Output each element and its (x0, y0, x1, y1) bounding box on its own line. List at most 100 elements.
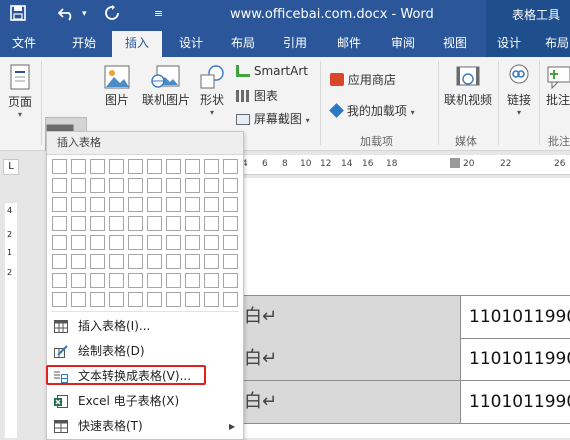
grid-cell[interactable] (90, 292, 105, 307)
grid-cell[interactable] (128, 178, 143, 193)
grid-cell[interactable] (166, 254, 181, 269)
table-cell[interactable]: 白↵ (218, 296, 461, 338)
menu-item-draw-table[interactable]: 绘制表格(D) (47, 339, 243, 364)
grid-cell[interactable] (147, 292, 162, 307)
grid-cell[interactable] (90, 254, 105, 269)
grid-cell[interactable] (147, 273, 162, 288)
grid-cell[interactable] (71, 292, 86, 307)
grid-cell[interactable] (166, 235, 181, 250)
grid-cell[interactable] (128, 235, 143, 250)
grid-cell[interactable] (90, 197, 105, 212)
table-cell[interactable]: 11010119900 (461, 381, 570, 423)
customize-qat-icon[interactable]: ≡ (154, 5, 163, 23)
grid-cell[interactable] (109, 292, 124, 307)
grid-cell[interactable] (147, 178, 162, 193)
grid-cell[interactable] (109, 216, 124, 231)
grid-cell[interactable] (52, 292, 67, 307)
grid-cell[interactable] (128, 254, 143, 269)
grid-cell[interactable] (185, 254, 200, 269)
grid-cell[interactable] (166, 216, 181, 231)
grid-cell[interactable] (166, 159, 181, 174)
grid-cell[interactable] (147, 197, 162, 212)
grid-cell[interactable] (128, 273, 143, 288)
grid-cell[interactable] (185, 216, 200, 231)
grid-cell[interactable] (52, 254, 67, 269)
my-addins-button[interactable]: 我的加载项 ▾ (329, 102, 415, 119)
store-button[interactable]: 应用商店 (330, 71, 396, 88)
grid-cell[interactable] (52, 216, 67, 231)
grid-cell[interactable] (166, 178, 181, 193)
grid-cell[interactable] (90, 216, 105, 231)
undo-dropdown-icon[interactable]: ▾ (82, 5, 87, 23)
grid-cell[interactable] (185, 159, 200, 174)
grid-cell[interactable] (204, 178, 219, 193)
grid-cell[interactable] (52, 178, 67, 193)
grid-cell[interactable] (71, 235, 86, 250)
tab-references[interactable]: 引用 (272, 31, 318, 57)
tab-selector[interactable]: L (3, 159, 19, 175)
grid-cell[interactable] (147, 159, 162, 174)
tab-table-design[interactable]: 设计 (486, 31, 532, 57)
grid-cell[interactable] (204, 292, 219, 307)
grid-cell[interactable] (204, 254, 219, 269)
horizontal-ruler[interactable]: 4 6 8 10 12 14 16 18 20 22 26 (240, 155, 570, 175)
grid-cell[interactable] (223, 235, 238, 250)
grid-cell[interactable] (147, 216, 162, 231)
tab-file[interactable]: 文件 (2, 31, 46, 57)
grid-cell[interactable] (90, 178, 105, 193)
grid-cell[interactable] (109, 273, 124, 288)
grid-cell[interactable] (128, 216, 143, 231)
tab-layout[interactable]: 布局 (220, 31, 266, 57)
table-row[interactable]: 白↵ 11010119900 (218, 381, 570, 424)
save-icon[interactable] (10, 5, 26, 25)
redo-icon[interactable] (104, 5, 120, 25)
grid-cell[interactable] (204, 197, 219, 212)
table-cell[interactable]: 白↵ (218, 338, 461, 380)
menu-item-excel-spreadsheet[interactable]: Excel 电子表格(X) (47, 389, 243, 414)
column-marker-icon[interactable] (450, 158, 460, 168)
grid-cell[interactable] (52, 273, 67, 288)
tab-table-layout[interactable]: 布局 (532, 31, 570, 57)
grid-cell[interactable] (109, 254, 124, 269)
grid-cell[interactable] (185, 197, 200, 212)
table-row[interactable]: 白↵ 11010119900 (218, 295, 570, 339)
grid-cell[interactable] (71, 254, 86, 269)
grid-cell[interactable] (128, 159, 143, 174)
grid-cell[interactable] (52, 197, 67, 212)
grid-cell[interactable] (71, 159, 86, 174)
grid-cell[interactable] (90, 159, 105, 174)
smartart-button[interactable]: SmartArt (236, 64, 308, 78)
grid-cell[interactable] (147, 235, 162, 250)
grid-cell[interactable] (166, 197, 181, 212)
grid-cell[interactable] (128, 197, 143, 212)
grid-cell[interactable] (90, 235, 105, 250)
grid-cell[interactable] (223, 254, 238, 269)
grid-cell[interactable] (109, 178, 124, 193)
grid-cell[interactable] (204, 216, 219, 231)
grid-cell[interactable] (147, 254, 162, 269)
grid-cell[interactable] (166, 273, 181, 288)
grid-cell[interactable] (223, 216, 238, 231)
grid-cell[interactable] (71, 273, 86, 288)
grid-cell[interactable] (109, 159, 124, 174)
grid-cell[interactable] (90, 273, 105, 288)
grid-cell[interactable] (185, 292, 200, 307)
grid-cell[interactable] (166, 292, 181, 307)
online-pictures-button[interactable]: 联机图片 (138, 63, 194, 108)
grid-cell[interactable] (71, 197, 86, 212)
grid-cell[interactable] (128, 292, 143, 307)
grid-cell[interactable] (223, 273, 238, 288)
grid-cell[interactable] (52, 235, 67, 250)
tab-view[interactable]: 视图 (432, 31, 478, 57)
menu-item-quick-tables[interactable]: 快速表格(T) ▶ (47, 414, 243, 439)
screenshot-button[interactable]: 屏幕截图 ▾ (236, 110, 310, 127)
tab-insert[interactable]: 插入 (112, 31, 162, 57)
grid-cell[interactable] (52, 159, 67, 174)
links-button[interactable]: 链接 ▾ (502, 63, 536, 117)
table-cell[interactable]: 白↵ (218, 381, 461, 423)
grid-cell[interactable] (185, 178, 200, 193)
grid-cell[interactable] (204, 273, 219, 288)
grid-cell[interactable] (223, 292, 238, 307)
grid-cell[interactable] (223, 197, 238, 212)
tab-design[interactable]: 设计 (168, 31, 214, 57)
